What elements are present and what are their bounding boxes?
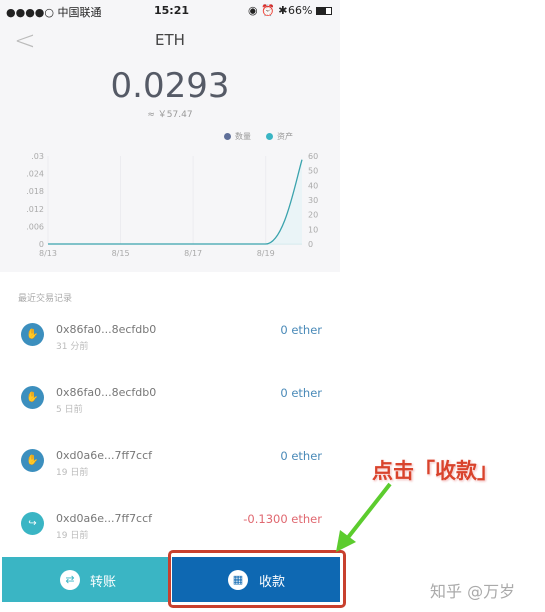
transfer-label: 转账	[90, 575, 117, 590]
annotation-text: 点击「收款」	[372, 459, 498, 483]
transaction-time: 5 日前	[56, 405, 83, 415]
legend-assets[interactable]: 资产	[266, 131, 293, 142]
transaction-row[interactable]: ✋ 0x86fa0...8ecfdb0 31 分前 0 ether	[0, 323, 340, 373]
transaction-row[interactable]: ✋ 0x86fa0...8ecfdb0 5 日前 0 ether	[0, 386, 340, 436]
y-right-tick: 10	[308, 225, 318, 234]
series-area	[48, 159, 302, 244]
transaction-address: 0xd0a6e...7ff7ccf	[56, 512, 153, 525]
transaction-row[interactable]: ✋ 0xd0a6e...7ff7ccf 19 日前 0 ether	[0, 449, 340, 499]
y-left-tick: .024	[26, 170, 44, 179]
phone-screen: ●●●●○ 中国联通 15:21 ◉ ⏰ ✱ 66% < ETH 0.0293 …	[0, 0, 340, 612]
transaction-address: 0x86fa0...8ecfdb0	[56, 323, 157, 336]
y-right-tick: 40	[308, 181, 318, 190]
balance-chart: .03.024.018.012.006060504030201008/13 8/1…	[26, 152, 318, 258]
transaction-address: 0xd0a6e...7ff7ccf	[56, 449, 153, 462]
carrier: ●●●●○ 中国联通	[6, 6, 102, 19]
y-right-tick: 20	[308, 211, 318, 220]
receive-icon: ✋	[21, 323, 44, 346]
battery-icon	[316, 7, 332, 15]
y-left-tick: .012	[26, 205, 44, 214]
receive-icon: ✋	[21, 449, 44, 472]
legend-dot	[224, 133, 231, 140]
legend-dot	[266, 133, 273, 140]
x-tick: 8/19	[257, 249, 275, 258]
green-arrow-icon	[336, 482, 392, 552]
x-tick: 8/17	[184, 249, 202, 258]
transaction-amount: 0 ether	[280, 449, 322, 463]
y-right-tick: 0	[308, 240, 313, 249]
y-left-tick: 0	[39, 240, 44, 249]
section-title: 最近交易记录	[18, 294, 73, 304]
transaction-amount: 0 ether	[280, 386, 322, 400]
receive-icon: ✋	[21, 386, 44, 409]
status-icons: ◉ ⏰ ✱	[248, 4, 288, 17]
y-left-tick: .006	[26, 222, 44, 231]
transaction-amount: -0.1300 ether	[243, 512, 322, 526]
series-line	[47, 159, 303, 245]
y-right-tick: 30	[308, 196, 318, 205]
transaction-address: 0x86fa0...8ecfdb0	[56, 386, 157, 399]
transfer-button[interactable]: ⇄ 转账	[2, 557, 170, 602]
y-right-tick: 50	[308, 167, 318, 176]
transaction-time: 19 日前	[56, 531, 89, 541]
page-title: ETH	[155, 31, 185, 49]
balance-amount: 0.0293	[110, 66, 230, 106]
legend-quantity[interactable]: 数量	[224, 131, 251, 142]
x-tick: 8/15	[112, 249, 130, 258]
y-left-tick: .03	[31, 152, 44, 161]
battery-level: 66%	[288, 4, 313, 17]
y-left-tick: .018	[26, 187, 44, 196]
transaction-time: 19 日前	[56, 468, 89, 478]
x-tick: 8/13	[39, 249, 57, 258]
y-right-tick: 60	[308, 152, 318, 161]
transfer-icon: ⇄	[60, 570, 80, 590]
balance-fiat: ≈ ￥57.47	[147, 110, 193, 120]
highlight-box	[168, 550, 346, 608]
transaction-time: 31 分前	[56, 342, 89, 352]
watermark: 知乎 @万岁	[430, 582, 516, 601]
send-icon: ↪	[21, 512, 44, 535]
transaction-amount: 0 ether	[280, 323, 322, 337]
clock: 15:21	[154, 4, 190, 17]
